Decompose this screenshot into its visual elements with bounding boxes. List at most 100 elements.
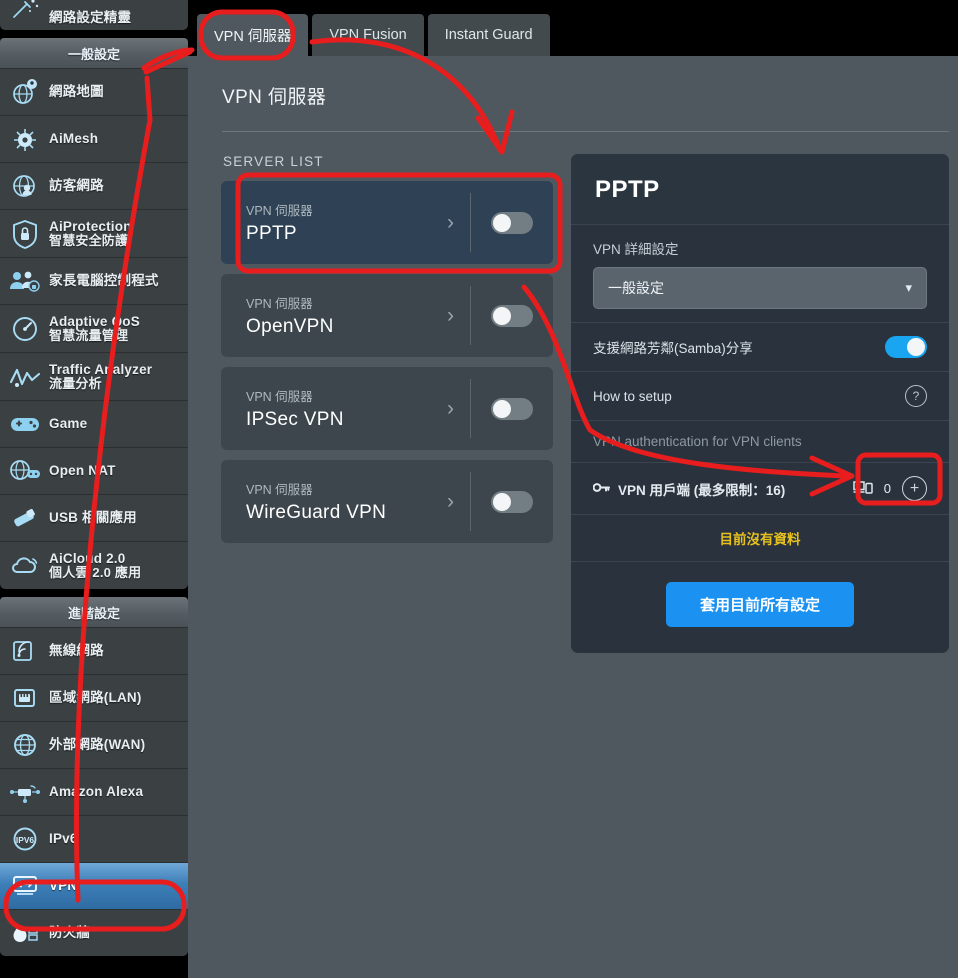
tab-instant-guard[interactable]: Instant Guard xyxy=(427,14,550,56)
wifi-icon xyxy=(8,635,42,667)
sidebar-item-label: 防火牆 xyxy=(49,925,91,941)
firewall-icon xyxy=(8,917,42,949)
sidebar-item-amazon-alexa[interactable]: Amazon Alexa xyxy=(0,768,188,815)
label-sub: 智慧安全防護 xyxy=(49,232,129,248)
server-card-wireguard-vpn[interactable]: VPN 伺服器 WireGuard VPN › xyxy=(221,460,553,543)
detail-header: PPTP xyxy=(571,154,949,224)
server-card-kicker: VPN 伺服器 xyxy=(246,297,313,311)
server-card-kicker: VPN 伺服器 xyxy=(246,204,313,218)
sidebar-item-label: VPN xyxy=(49,878,78,894)
lan-icon xyxy=(8,682,42,714)
parental-control-icon xyxy=(8,265,42,297)
sidebar-item-wan[interactable]: 外部網路(WAN) xyxy=(0,721,188,768)
sidebar-item-ipv6[interactable]: IPV6 IPv6 xyxy=(0,815,188,862)
sidebar-item-label: 無線網路 xyxy=(49,643,104,659)
sidebar-item-guest-network[interactable]: 訪客網路 xyxy=(0,162,188,209)
chevron-down-icon: ▾ xyxy=(905,280,912,295)
vpn-details-select[interactable]: 一般設定 ▾ xyxy=(593,267,927,309)
apply-row: 套用目前所有設定 xyxy=(571,561,949,653)
chevron-right-icon[interactable]: › xyxy=(447,212,470,233)
vpn-clients-right: 0 + xyxy=(853,476,927,501)
apply-settings-button[interactable]: 套用目前所有設定 xyxy=(665,582,854,627)
detail-title: PPTP xyxy=(595,176,660,203)
toggle-knob xyxy=(907,338,925,356)
help-icon[interactable]: ? xyxy=(905,385,927,407)
vpn-details-row: VPN 詳細設定 一般設定 ▾ xyxy=(571,224,949,322)
sidebar-item-label: Amazon Alexa xyxy=(49,784,144,800)
sidebar-item-wireless[interactable]: 無線網路 xyxy=(0,627,188,674)
chevron-right-icon[interactable]: › xyxy=(447,398,470,419)
sidebar-item-label: AiMesh xyxy=(49,131,99,147)
sidebar-item-label: 網路設定精靈 xyxy=(49,9,132,25)
tab-vpn-fusion[interactable]: VPN Fusion xyxy=(312,14,424,56)
auth-section-row: VPN authentication for VPN clients xyxy=(571,420,949,462)
sidebar-wizard-block: 網路設定精靈 xyxy=(0,0,188,30)
toggle-ipsec-vpn[interactable] xyxy=(491,397,533,420)
sidebar-item-aimesh[interactable]: AiMesh xyxy=(0,115,188,162)
sidebar-item-label: 網路地圖 xyxy=(49,84,104,100)
router-admin-ui: 網路設定精靈 一般設定 網路地圖 AiMesh 訪客網路 AiProtectio… xyxy=(0,0,958,978)
sidebar-section-header: 進階設定 xyxy=(0,597,188,627)
sidebar-item-aiprotection[interactable]: AiProtection 智慧安全防護 xyxy=(0,209,188,257)
server-toggle-wrap xyxy=(471,304,553,327)
server-card-kicker: VPN 伺服器 xyxy=(246,483,313,497)
server-card-openvpn[interactable]: VPN 伺服器 OpenVPN › xyxy=(221,274,553,357)
main-area: VPN 伺服器 VPN Fusion Instant Guard VPN 伺服器… xyxy=(188,0,958,978)
vpn-clients-row: VPN 用戶端 (最多限制：16) 0 + xyxy=(571,462,949,514)
client-device-icon xyxy=(853,480,873,498)
sidebar: 網路設定精靈 一般設定 網路地圖 AiMesh 訪客網路 AiProtectio… xyxy=(0,0,188,978)
server-card-text: VPN 伺服器 PPTP xyxy=(221,200,447,245)
label-sub: 個人雲 2.0 應用 xyxy=(49,564,142,580)
sidebar-item-firewall[interactable]: 防火牆 xyxy=(0,909,188,956)
sidebar-item-traffic-analyzer[interactable]: Traffic Analyzer 流量分析 xyxy=(0,352,188,400)
how-to-setup-row[interactable]: How to setup ? xyxy=(571,371,949,420)
sidebar-item-game[interactable]: Game xyxy=(0,400,188,447)
toggle-pptp[interactable] xyxy=(491,211,533,234)
add-client-button[interactable]: + xyxy=(902,476,927,501)
sidebar-item-label: 訪客網路 xyxy=(49,178,104,194)
guest-network-icon xyxy=(8,170,42,202)
chevron-right-icon[interactable]: › xyxy=(447,491,470,512)
sidebar-section-header: 一般設定 xyxy=(0,38,188,68)
toggle-knob xyxy=(493,492,511,511)
usb-icon xyxy=(8,502,42,534)
toggle-openvpn[interactable] xyxy=(491,304,533,327)
sidebar-section-general: 一般設定 網路地圖 AiMesh 訪客網路 AiProtection 智慧安全防… xyxy=(0,38,188,589)
sidebar-item-vpn[interactable]: VPN xyxy=(0,862,188,909)
tab-vpn-server[interactable]: VPN 伺服器 xyxy=(197,14,309,56)
label-main: Adaptive QoS xyxy=(49,313,140,329)
server-card-name: IPSec VPN xyxy=(246,409,344,430)
vpn-details-value: 一般設定 xyxy=(608,280,664,296)
server-card-ipsec-vpn[interactable]: VPN 伺服器 IPSec VPN › xyxy=(221,367,553,450)
sidebar-item-aicloud[interactable]: AiCloud 2.0 個人雲 2.0 應用 xyxy=(0,541,188,589)
server-card-name: OpenVPN xyxy=(246,316,334,337)
server-card-name: PPTP xyxy=(246,223,297,244)
server-card-text: VPN 伺服器 IPSec VPN xyxy=(221,386,447,431)
sidebar-item-label: AiCloud 2.0 個人雲 2.0 應用 xyxy=(49,551,141,581)
sidebar-item-network-map[interactable]: 網路地圖 xyxy=(0,68,188,115)
sidebar-item-network-wizard[interactable]: 網路設定精靈 xyxy=(0,0,188,30)
wizard-icon xyxy=(8,0,42,25)
gamepad-icon xyxy=(8,408,42,440)
svg-text:IPV6: IPV6 xyxy=(16,835,34,845)
server-card-pptp[interactable]: VPN 伺服器 PPTP › xyxy=(221,181,553,264)
sidebar-item-label: USB 相關應用 xyxy=(49,510,137,526)
aimesh-icon xyxy=(8,123,42,155)
samba-row: 支援網路芳鄰(Samba)分享 xyxy=(571,322,949,371)
toggle-samba[interactable] xyxy=(885,336,927,358)
content-panel: VPN 伺服器 SERVER LIST VPN 伺服器 PPTP › VPN 伺… xyxy=(188,56,958,978)
sidebar-item-lan[interactable]: 區域網路(LAN) xyxy=(0,674,188,721)
sidebar-item-label: 外部網路(WAN) xyxy=(49,737,146,753)
shield-icon xyxy=(8,218,42,250)
chevron-right-icon[interactable]: › xyxy=(447,305,470,326)
label-sub: 智慧流量管理 xyxy=(49,327,129,343)
sidebar-item-parental-control[interactable]: 家長電腦控制程式 xyxy=(0,257,188,304)
label-main: AiCloud 2.0 xyxy=(49,550,126,566)
sidebar-item-open-nat[interactable]: Open NAT xyxy=(0,447,188,494)
sidebar-item-usb-application[interactable]: USB 相關應用 xyxy=(0,494,188,541)
sidebar-item-adaptive-qos[interactable]: Adaptive QoS 智慧流量管理 xyxy=(0,304,188,352)
panels-row: SERVER LIST VPN 伺服器 PPTP › VPN 伺服器 OpenV… xyxy=(188,132,958,653)
server-list-label: SERVER LIST xyxy=(223,154,324,169)
server-card-name: WireGuard VPN xyxy=(246,502,387,523)
toggle-wireguard-vpn[interactable] xyxy=(491,490,533,513)
